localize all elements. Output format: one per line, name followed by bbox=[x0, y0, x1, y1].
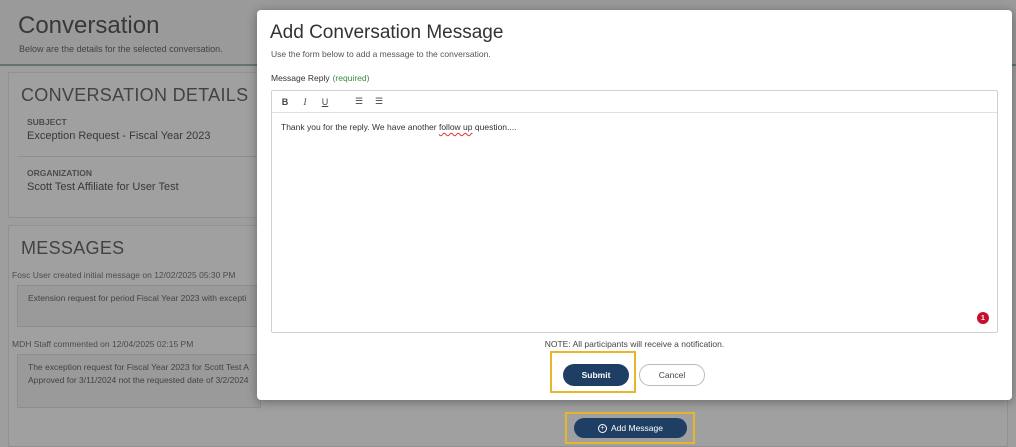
required-indicator: (required) bbox=[332, 73, 370, 83]
spellcheck-badge[interactable]: 1 bbox=[977, 312, 989, 324]
field-label: Message Reply bbox=[271, 73, 330, 83]
modal-subtitle: Use the form below to add a message to t… bbox=[271, 49, 491, 59]
editor-text-part: question.... bbox=[472, 122, 517, 132]
submit-button[interactable]: Submit bbox=[563, 364, 629, 386]
italic-button[interactable]: I bbox=[300, 97, 310, 107]
misspelled-word[interactable]: follow up bbox=[439, 122, 473, 132]
message-reply-editor[interactable]: B I U ☰ ☰ Thank you for the reply. We ha… bbox=[271, 90, 998, 333]
add-conversation-message-modal: Add Conversation Message Use the form be… bbox=[257, 10, 1012, 400]
bold-button[interactable]: B bbox=[280, 97, 290, 107]
underline-button[interactable]: U bbox=[320, 97, 330, 107]
editor-content[interactable]: Thank you for the reply. We have another… bbox=[281, 122, 516, 132]
plus-circle-icon: + bbox=[598, 423, 607, 433]
editor-toolbar: B I U ☰ ☰ bbox=[272, 91, 997, 113]
add-message-label: Add Message bbox=[611, 423, 663, 433]
add-message-button[interactable]: + Add Message bbox=[574, 418, 687, 438]
modal-title: Add Conversation Message bbox=[270, 22, 504, 43]
numbered-list-icon[interactable]: ☰ bbox=[374, 96, 384, 107]
cancel-button[interactable]: Cancel bbox=[639, 364, 705, 386]
message-reply-label: Message Reply (required) bbox=[271, 73, 369, 83]
editor-text-part: Thank you for the reply. We have another bbox=[281, 122, 439, 132]
bullet-list-icon[interactable]: ☰ bbox=[354, 96, 364, 107]
notification-note: NOTE: All participants will receive a no… bbox=[544, 339, 725, 349]
